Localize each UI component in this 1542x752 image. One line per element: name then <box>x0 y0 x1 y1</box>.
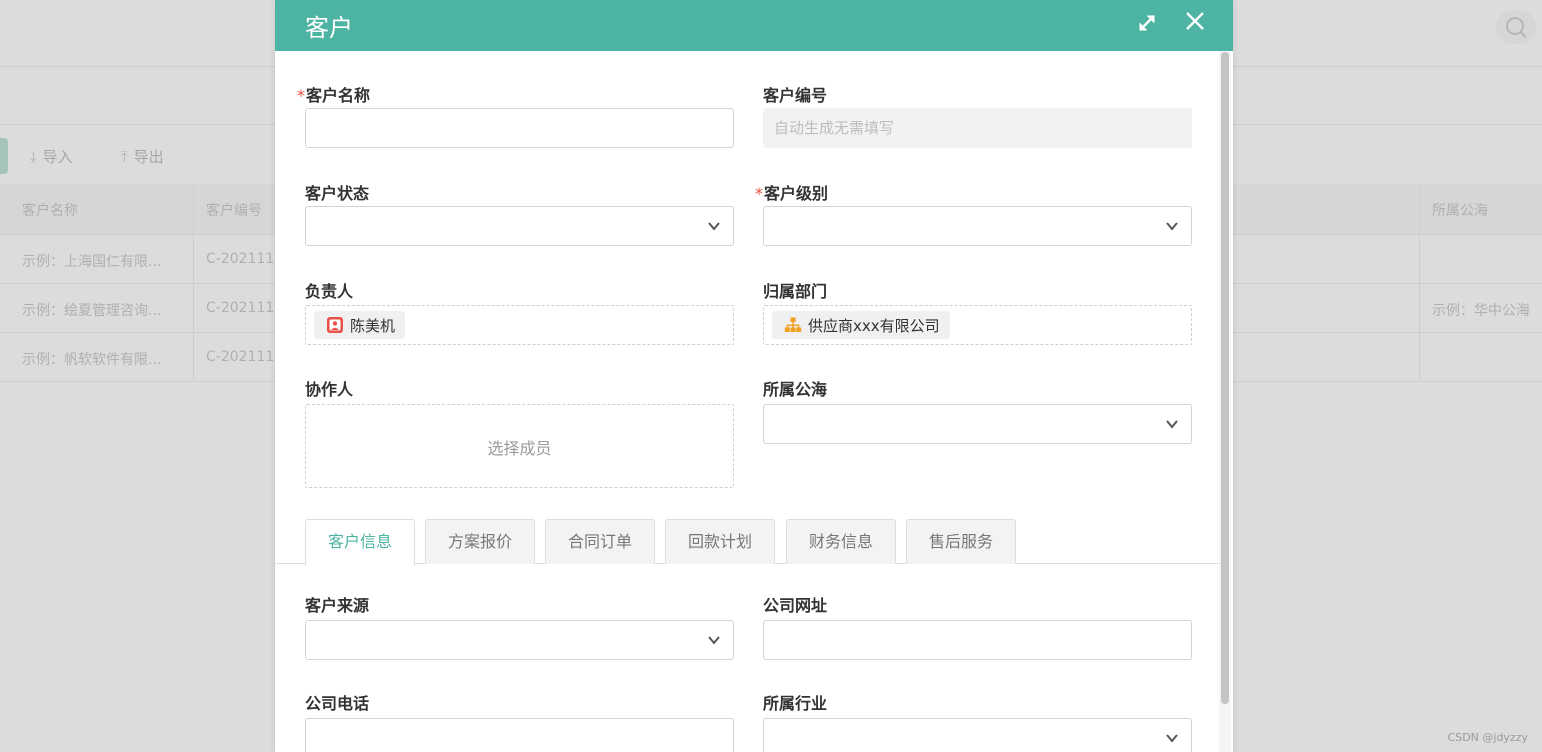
scrollbar-thumb[interactable] <box>1221 52 1229 704</box>
department-tag[interactable]: 供应商xxx有限公司 <box>772 311 950 339</box>
phone-text[interactable] <box>306 719 733 752</box>
department-name: 供应商xxx有限公司 <box>808 316 940 335</box>
chevron-down-icon <box>708 636 720 645</box>
customer-level-select[interactable] <box>763 206 1192 246</box>
close-icon <box>1186 12 1204 30</box>
tab-finance-info[interactable]: 财务信息 <box>786 519 896 564</box>
org-chart-icon <box>784 317 802 332</box>
required-mark: * <box>755 184 763 203</box>
phone-input[interactable] <box>305 718 734 752</box>
collaborators-label: 协作人 <box>305 380 354 399</box>
department-label: 归属部门 <box>763 282 828 301</box>
watermark: CSDN @jdyzzy <box>1447 731 1528 744</box>
chevron-down-icon <box>708 222 720 231</box>
expand-icon <box>1139 15 1155 31</box>
chevron-down-icon <box>1166 734 1178 743</box>
tab-quotation[interactable]: 方案报价 <box>425 519 535 564</box>
owner-picker[interactable]: 陈美机 <box>305 305 734 345</box>
phone-label: 公司电话 <box>305 694 370 713</box>
industry-select[interactable] <box>763 718 1192 752</box>
department-picker[interactable]: 供应商xxx有限公司 <box>763 305 1192 345</box>
website-input[interactable] <box>763 620 1192 660</box>
customer-name-text[interactable] <box>306 109 733 147</box>
tab-contract-orders[interactable]: 合同订单 <box>545 519 655 564</box>
close-button[interactable] <box>1179 5 1211 37</box>
customer-code-label: 客户编号 <box>763 86 828 105</box>
public-sea-label: 所属公海 <box>763 380 828 399</box>
collaborators-picker[interactable]: 选择成员 <box>305 404 734 488</box>
website-label: 公司网址 <box>763 596 828 615</box>
maximize-button[interactable] <box>1133 9 1161 37</box>
tab-after-sales[interactable]: 售后服务 <box>906 519 1016 564</box>
customer-status-label: 客户状态 <box>305 184 370 203</box>
chevron-down-icon <box>1166 420 1178 429</box>
user-icon <box>327 317 343 333</box>
source-label: 客户来源 <box>305 596 370 615</box>
owner-tag[interactable]: 陈美机 <box>314 311 406 339</box>
owner-name: 陈美机 <box>350 316 396 335</box>
customer-code-input <box>763 108 1192 148</box>
tab-payment-plan[interactable]: 回款计划 <box>665 519 775 564</box>
source-select[interactable] <box>305 620 734 660</box>
customer-code-text <box>764 109 1191 147</box>
owner-label: 负责人 <box>305 282 354 301</box>
modal-header: 客户 <box>275 0 1233 51</box>
public-sea-select[interactable] <box>763 404 1192 444</box>
tab-customer-info[interactable]: 客户信息 <box>305 519 415 565</box>
customer-level-label: *客户级别 <box>755 184 829 203</box>
customer-modal: 客户 *客户名称 客户编号 客户状态 *客户级别 负责人 <box>275 0 1233 752</box>
website-text[interactable] <box>764 621 1191 659</box>
chevron-down-icon <box>1166 222 1178 231</box>
modal-title: 客户 <box>305 14 353 42</box>
customer-name-input[interactable] <box>305 108 734 148</box>
required-mark: * <box>297 86 305 105</box>
customer-status-select[interactable] <box>305 206 734 246</box>
customer-name-label: *客户名称 <box>297 86 371 105</box>
select-members-placeholder: 选择成员 <box>487 439 552 458</box>
industry-label: 所属行业 <box>763 694 828 713</box>
